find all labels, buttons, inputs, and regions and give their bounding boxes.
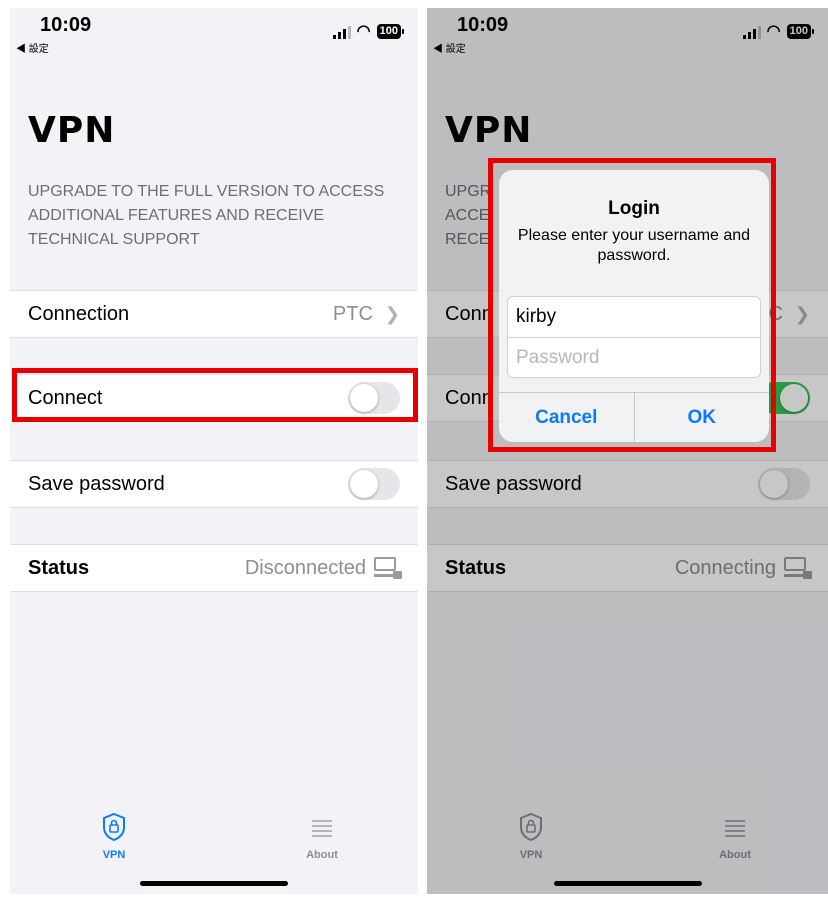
chevron-right-icon: ❯ — [384, 303, 400, 324]
connection-row[interactable]: Connection PTC ❯ — [10, 290, 418, 338]
tab-vpn[interactable]: VPN — [74, 812, 154, 861]
save-password-row: Save password — [10, 460, 418, 508]
save-password-label: Save password — [28, 472, 165, 495]
cellular-signal-icon — [332, 25, 351, 39]
list-icon — [312, 820, 332, 837]
upgrade-notice: UPGRADE TO THE FULL VERSION TO ACCESS AD… — [28, 183, 385, 248]
back-to-settings-link[interactable]: ◀ 設定 — [16, 40, 49, 55]
connection-label: Connection — [28, 302, 130, 325]
shield-lock-icon — [103, 812, 125, 842]
vpn-screen-right: 10:09 ◀ 設定 ◠ 100 VPN UPGR ACCE RECE Conn… — [427, 8, 828, 894]
vpn-screen-left: 10:09 ◀ 設定 ◠ 100 VPN UPGRADE TO THE FULL… — [10, 8, 418, 894]
status-label: Status — [28, 556, 90, 579]
status-time: 10:09 — [40, 14, 92, 36]
highlight-box-connect — [12, 368, 418, 422]
tab-about-label: About — [306, 849, 338, 861]
status-value: Disconnected — [244, 556, 366, 579]
connection-value: PTC — [332, 302, 373, 325]
battery-icon: 100 — [376, 24, 404, 39]
page-title: VPN — [28, 110, 116, 151]
status-bar: 10:09 ◀ 設定 ◠ 100 — [10, 8, 418, 58]
tab-bar: VPN About — [10, 798, 418, 894]
home-indicator — [140, 881, 288, 886]
status-row: Status Disconnected — [10, 544, 418, 592]
highlight-box-login-dialog — [488, 158, 776, 452]
computer-lock-icon — [374, 557, 402, 579]
save-password-toggle[interactable] — [348, 468, 400, 500]
tab-vpn-label: VPN — [102, 849, 126, 861]
tab-about[interactable]: About — [282, 812, 362, 861]
wifi-icon: ◠ — [356, 22, 371, 40]
status-icons: ◠ 100 — [332, 22, 404, 40]
